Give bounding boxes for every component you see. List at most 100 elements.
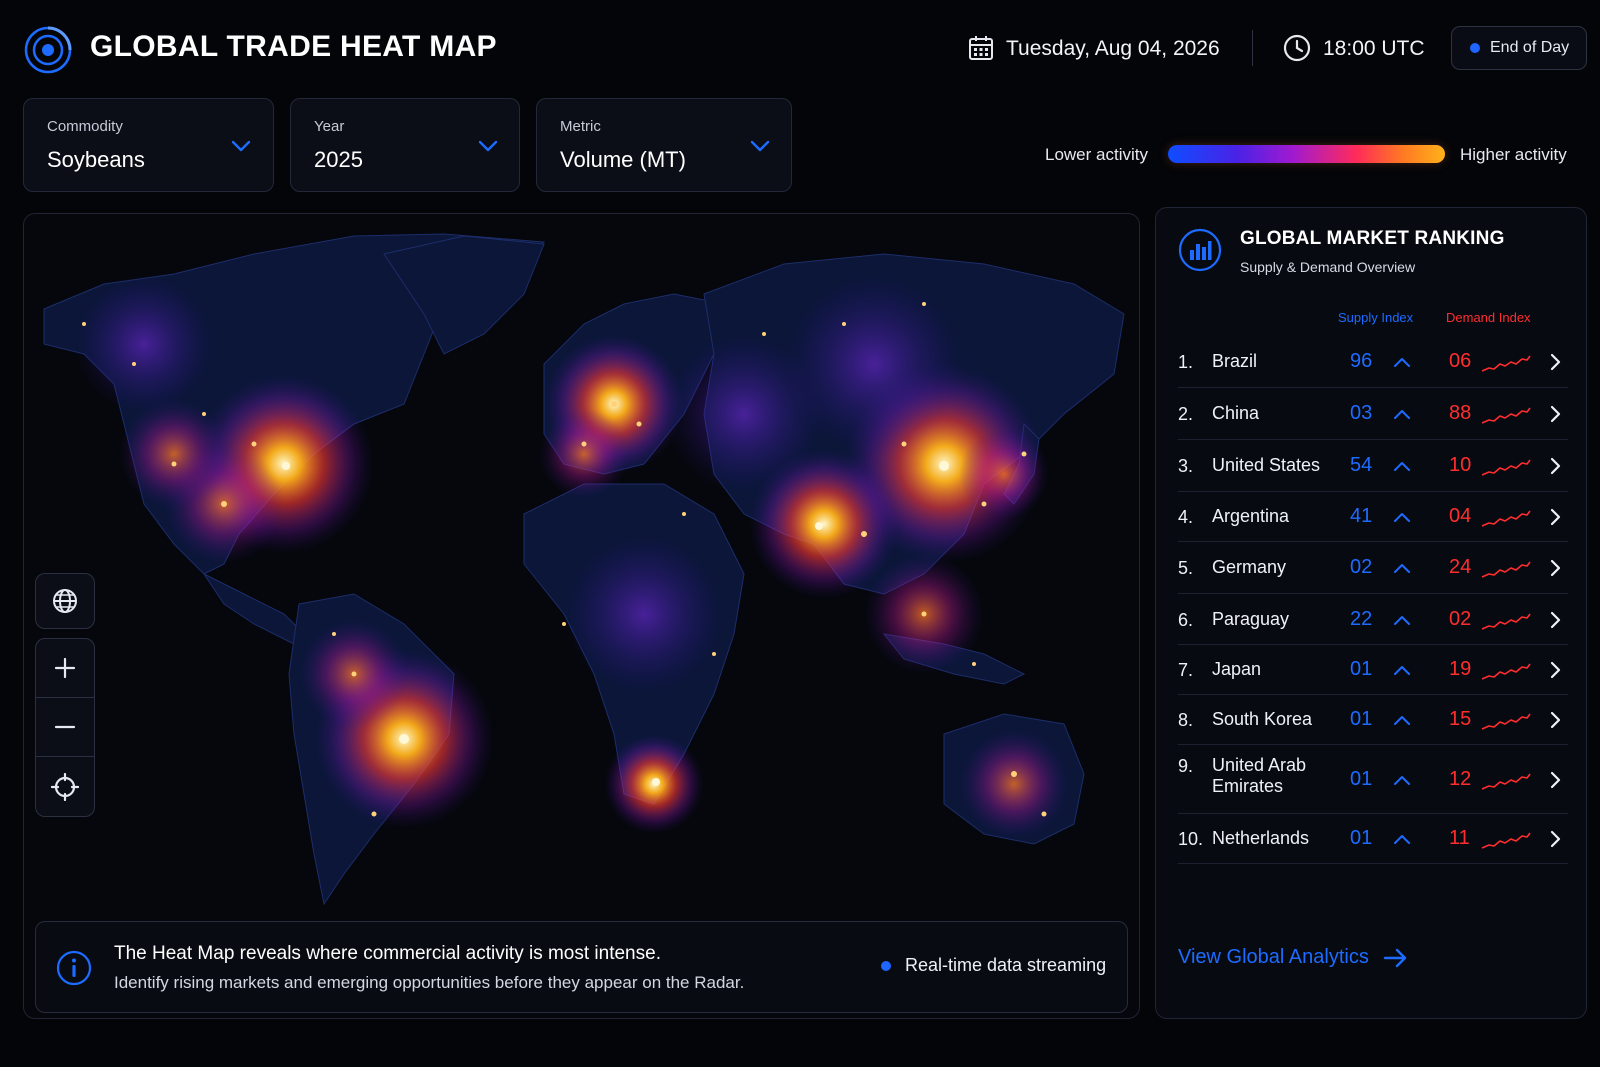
commodity-value: Soybeans — [47, 147, 145, 172]
chevron-up-icon — [1394, 666, 1410, 675]
world-heat-map[interactable] — [24, 214, 1140, 1019]
chevron-right-icon — [1550, 353, 1561, 371]
view-global-analytics-link[interactable]: View Global Analytics — [1178, 946, 1409, 969]
locate-button[interactable] — [36, 757, 94, 816]
ranking-row[interactable]: 9. United Arab Emirates 01 12 — [1178, 745, 1568, 814]
supply-index-value: 02 — [1350, 556, 1373, 578]
ranking-row[interactable]: 10. Netherlands 01 11 — [1178, 814, 1568, 864]
stream-dot — [881, 960, 891, 971]
demand-trend-sparkline — [1481, 459, 1531, 476]
chevron-up-icon — [1394, 513, 1410, 522]
supply-index-value: 96 — [1350, 350, 1373, 372]
end-of-day-button[interactable]: End of Day — [1451, 26, 1587, 70]
chevron-right-icon — [1550, 830, 1561, 848]
demand-index-value: 24 — [1449, 556, 1472, 578]
ranking-row[interactable]: 2. China 03 88 — [1178, 388, 1568, 440]
supply-index-value: 01 — [1350, 708, 1373, 730]
commodity-label: Commodity — [47, 118, 123, 135]
country-name: Germany — [1212, 557, 1287, 577]
streaming-status: Real-time data streaming — [881, 955, 1106, 976]
rank-number: 9. — [1178, 756, 1194, 776]
chevron-right-icon — [1550, 405, 1561, 423]
legend-high-label: Higher activity — [1460, 145, 1567, 164]
chevron-down-icon — [231, 140, 251, 152]
rank-number: 2. — [1178, 404, 1194, 424]
chevron-right-icon — [1550, 771, 1561, 789]
year-select[interactable]: Year 2025 — [290, 98, 520, 192]
ranking-row[interactable]: 1. Brazil 96 06 — [1178, 336, 1568, 388]
info-headline: The Heat Map reveals where commercial ac… — [114, 943, 661, 964]
ranking-row[interactable]: 5. Germany 02 24 — [1178, 542, 1568, 594]
supply-index-value: 41 — [1350, 505, 1373, 527]
info-description: Identify rising markets and emerging opp… — [114, 973, 745, 992]
activity-gradient-bar — [1168, 145, 1445, 163]
calendar-icon — [969, 36, 993, 60]
country-name: Argentina — [1212, 506, 1290, 526]
supply-index-value: 01 — [1350, 827, 1373, 849]
chevron-up-icon — [1394, 776, 1410, 785]
rank-number: 1. — [1178, 352, 1194, 372]
metric-select[interactable]: Metric Volume (MT) — [536, 98, 792, 192]
rank-number: 7. — [1178, 660, 1194, 680]
chevron-up-icon — [1394, 462, 1410, 471]
demand-index-header: Demand Index — [1446, 310, 1531, 325]
rank-number: 8. — [1178, 710, 1194, 730]
country-name: Japan — [1212, 659, 1262, 679]
arrow-right-icon — [1383, 948, 1407, 967]
ranking-row[interactable]: 6. Paraguay 22 02 — [1178, 594, 1568, 645]
crosshair-icon — [51, 772, 79, 801]
demand-trend-sparkline — [1481, 355, 1531, 372]
stream-label: Real-time data streaming — [905, 955, 1107, 975]
supply-index-header: Supply Index — [1338, 310, 1414, 325]
ranking-row[interactable]: 7. Japan 01 19 — [1178, 645, 1568, 695]
supply-index-value: 22 — [1350, 608, 1373, 630]
country-name: Paraguay — [1212, 609, 1290, 629]
country-name: South Korea — [1212, 709, 1313, 729]
ranking-subtitle: Supply & Demand Overview — [1240, 259, 1416, 275]
header-divider — [1252, 30, 1253, 66]
demand-trend-sparkline — [1481, 713, 1531, 730]
radar-logo-icon — [24, 26, 72, 74]
legend-low-label: Lower activity — [1045, 145, 1148, 164]
ranking-row[interactable]: 3. United States 54 10 — [1178, 440, 1568, 492]
chevron-right-icon — [1550, 611, 1561, 629]
country-name: Netherlands — [1212, 828, 1310, 848]
ranking-title: GLOBAL MARKET RANKING — [1240, 228, 1505, 249]
chevron-up-icon — [1394, 564, 1410, 573]
demand-trend-sparkline — [1481, 407, 1531, 424]
chevron-right-icon — [1550, 661, 1561, 679]
current-time: 18:00 UTC — [1323, 37, 1425, 60]
chevron-up-icon — [1394, 358, 1410, 367]
zoom-in-button[interactable] — [36, 639, 94, 698]
demand-index-value: 12 — [1449, 768, 1472, 790]
status-dot — [1470, 43, 1480, 53]
globe-view-button[interactable] — [35, 573, 95, 629]
heat-map-panel[interactable] — [23, 213, 1140, 1019]
supply-index-value: 03 — [1350, 402, 1373, 424]
ranking-row[interactable]: 8. South Korea 01 15 — [1178, 695, 1568, 745]
demand-index-value: 06 — [1449, 350, 1472, 372]
rank-number: 4. — [1178, 507, 1194, 527]
central-america-landmass — [202, 572, 305, 645]
demand-index-value: 04 — [1449, 505, 1472, 527]
chevron-up-icon — [1394, 835, 1410, 844]
demand-index-value: 19 — [1449, 658, 1472, 680]
commodity-select[interactable]: Commodity Soybeans — [23, 98, 274, 192]
year-label: Year — [314, 118, 345, 135]
year-value: 2025 — [314, 147, 363, 172]
ranking-row[interactable]: 4. Argentina 41 04 — [1178, 492, 1568, 542]
country-name: United Arab Emirates — [1212, 755, 1307, 796]
demand-trend-sparkline — [1481, 773, 1531, 790]
end-of-day-label: End of Day — [1490, 39, 1570, 56]
demand-trend-sparkline — [1481, 561, 1531, 578]
info-banner: The Heat Map reveals where commercial ac… — [35, 921, 1128, 1013]
chevron-down-icon — [750, 140, 770, 152]
chevron-up-icon — [1394, 616, 1410, 625]
chevron-right-icon — [1550, 457, 1561, 475]
supply-index-value: 01 — [1350, 658, 1373, 680]
zoom-out-button[interactable] — [36, 698, 94, 757]
country-name: United States — [1212, 455, 1321, 475]
plus-icon — [54, 657, 76, 679]
supply-index-value: 01 — [1350, 768, 1373, 790]
view-analytics-label: View Global Analytics — [1178, 946, 1369, 968]
